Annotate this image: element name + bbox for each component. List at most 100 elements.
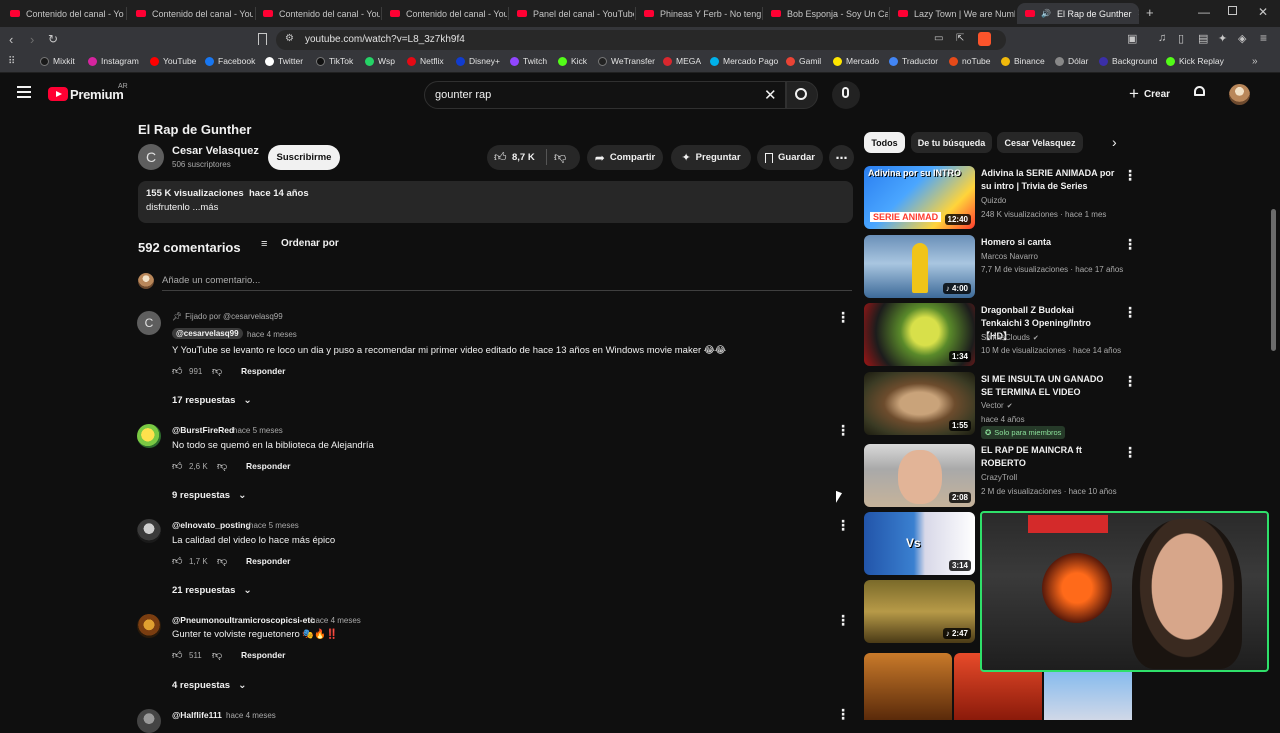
comment-author-badge[interactable]: @cesarvelasq99 bbox=[172, 328, 243, 339]
more-actions-button[interactable]: ⋯ bbox=[829, 145, 854, 170]
comment-time[interactable]: hace 5 meses bbox=[249, 521, 299, 530]
sort-comments-button[interactable]: ≡ Ordenar por bbox=[261, 238, 339, 249]
channel-name[interactable]: Cesar Velasquez bbox=[172, 145, 259, 157]
browser-tab[interactable]: Contenido del canal - You bbox=[2, 3, 124, 24]
comment-like-icon[interactable]: 👍︎ bbox=[172, 555, 182, 567]
view-replies-button[interactable]: 17 respuestas ⌄ bbox=[172, 395, 252, 406]
bookmark-item[interactable]: noTube bbox=[949, 56, 991, 66]
related-video-options-icon[interactable]: ⋮ bbox=[1123, 236, 1137, 253]
comment-author[interactable]: @BurstFireRed bbox=[172, 425, 234, 435]
hamburger-menu-icon[interactable] bbox=[17, 86, 31, 98]
comment-options-icon[interactable]: ⋮ bbox=[836, 422, 850, 439]
bookmark-item[interactable]: Mercado Pago bbox=[710, 56, 778, 66]
browser-menu-icon[interactable]: ≡ bbox=[1260, 31, 1267, 45]
reply-button[interactable]: Responder bbox=[246, 461, 290, 471]
like-count[interactable]: 8,7 K bbox=[512, 152, 535, 163]
related-video-options-icon[interactable]: ⋮ bbox=[1123, 444, 1137, 461]
dislike-button[interactable]: 👎︎ bbox=[554, 150, 566, 165]
bookmark-item[interactable]: WeTransfer bbox=[598, 56, 655, 66]
bookmark-item[interactable]: Kick Replay bbox=[1166, 56, 1224, 66]
bookmark-item[interactable]: Background bbox=[1099, 56, 1157, 66]
bookmark-item[interactable]: Kick bbox=[558, 56, 587, 66]
minimize-window-button[interactable]: — bbox=[1198, 5, 1210, 19]
comment-options-icon[interactable]: ⋮ bbox=[836, 612, 850, 629]
url-text[interactable]: youtube.com/watch?v=L8_3z7kh9f4 bbox=[305, 34, 465, 45]
browser-tab[interactable]: Panel del canal - YouTube bbox=[509, 3, 634, 24]
bookmark-item[interactable]: Wsp bbox=[365, 56, 395, 66]
comment-dislike-icon[interactable]: 👎︎ bbox=[212, 649, 222, 661]
comment-dislike-icon[interactable]: 👎︎ bbox=[217, 460, 227, 472]
like-button[interactable]: 👍︎ bbox=[494, 150, 507, 165]
forward-button[interactable]: › bbox=[30, 32, 34, 47]
browser-tab[interactable]: Bob Esponja - Soy Un Cac bbox=[763, 3, 888, 24]
bookmark-item[interactable]: TikTok bbox=[316, 56, 353, 66]
chip-from-search[interactable]: De tu búsqueda bbox=[911, 132, 992, 153]
related-video-channel[interactable]: Quizdo bbox=[981, 196, 1006, 205]
reply-button[interactable]: Responder bbox=[241, 366, 285, 376]
premium-logo-text[interactable]: Premium bbox=[70, 87, 124, 102]
more-bookmarks-icon[interactable]: » bbox=[1252, 56, 1258, 67]
comment-like-icon[interactable]: 👍︎ bbox=[172, 649, 182, 661]
notifications-bell-icon[interactable] bbox=[1193, 86, 1207, 100]
browser-tab[interactable]: Lazy Town | We are Numb bbox=[890, 3, 1015, 24]
bookmark-item[interactable]: Traductor bbox=[889, 56, 938, 66]
related-video-channel[interactable]: CrazyTroll bbox=[981, 473, 1017, 482]
share-button[interactable]: ➦ Compartir bbox=[587, 145, 663, 170]
browser-tab[interactable]: Contenido del canal - You bbox=[382, 3, 507, 24]
bookmark-item[interactable]: Mercado bbox=[833, 56, 879, 66]
bookmark-item[interactable]: Netflix bbox=[407, 56, 444, 66]
bookmark-item[interactable]: Disney+ bbox=[456, 56, 500, 66]
related-video-title[interactable]: EL RAP DE MAINCRA ft ROBERTO bbox=[981, 444, 1116, 470]
related-video-options-icon[interactable]: ⋮ bbox=[1123, 304, 1137, 321]
page-scrollbar-thumb[interactable] bbox=[1271, 209, 1276, 351]
vpn-icon[interactable]: ◈ bbox=[1238, 32, 1246, 45]
site-info-icon[interactable]: ⚙ bbox=[285, 33, 294, 44]
browser-tab[interactable]: Phineas Y Ferb - No tengo bbox=[636, 3, 761, 24]
new-tab-button[interactable]: + bbox=[1146, 5, 1154, 20]
related-video-thumbnail[interactable]: 1:55 bbox=[864, 372, 975, 435]
bookmark-item[interactable]: Facebook bbox=[205, 56, 255, 66]
related-video-channel[interactable]: Marcos Navarro bbox=[981, 252, 1038, 261]
bookmark-item[interactable]: Binance bbox=[1001, 56, 1045, 66]
back-button[interactable]: ‹ bbox=[9, 32, 13, 47]
cast-icon[interactable]: ▭ bbox=[934, 33, 943, 44]
apps-grid-icon[interactable]: ⠿ bbox=[8, 56, 15, 67]
close-tab-icon[interactable]: ✕ bbox=[1138, 8, 1139, 19]
share-icon[interactable]: ⇱ bbox=[956, 33, 964, 44]
reply-button[interactable]: Responder bbox=[241, 650, 285, 660]
comment-options-icon[interactable]: ⋮ bbox=[836, 706, 850, 723]
music-icon[interactable]: ♫ bbox=[1158, 32, 1166, 44]
browser-tab-active[interactable]: 🔊 El Rap de Gunther ✕ bbox=[1017, 3, 1139, 24]
bookmark-item[interactable]: Gamil bbox=[786, 56, 821, 66]
chip-next-chevron-icon[interactable]: › bbox=[1112, 134, 1117, 150]
bookmark-item[interactable]: Dólar bbox=[1055, 56, 1088, 66]
shorts-thumbnail[interactable] bbox=[864, 653, 952, 720]
subscribe-button[interactable]: Suscribirme bbox=[268, 145, 340, 170]
related-video-channel[interactable]: ShikasClouds ✔ bbox=[981, 333, 1039, 342]
related-video-thumbnail[interactable]: ♪ 2:47 bbox=[864, 580, 975, 643]
comment-author-avatar[interactable] bbox=[137, 424, 161, 448]
related-video-thumbnail[interactable]: Vs 3:14 bbox=[864, 512, 975, 575]
view-replies-button[interactable]: 9 respuestas ⌄ bbox=[172, 490, 246, 501]
chip-channel[interactable]: Cesar Velasquez bbox=[997, 132, 1083, 153]
sidebar-icon[interactable]: ▯ bbox=[1178, 32, 1184, 45]
maximize-window-button[interactable] bbox=[1228, 6, 1237, 15]
add-comment-input[interactable]: Añade un comentario... bbox=[162, 273, 852, 291]
leo-ai-icon[interactable]: ✦ bbox=[1218, 32, 1227, 45]
youtube-logo-icon[interactable] bbox=[48, 87, 68, 101]
search-input[interactable]: gounter rap ✕ bbox=[424, 81, 786, 109]
address-bar[interactable]: ⚙ youtube.com/watch?v=L8_3z7kh9f4 ▭ ⇱ bbox=[276, 30, 1006, 50]
brave-shield-icon[interactable] bbox=[978, 32, 991, 46]
related-video-thumbnail[interactable]: ♪ 4:00 bbox=[864, 235, 975, 298]
comment-options-icon[interactable]: ⋮ bbox=[836, 309, 850, 326]
channel-avatar[interactable]: C bbox=[138, 144, 164, 170]
clear-search-icon[interactable]: ✕ bbox=[764, 86, 777, 104]
comment-time[interactable]: hace 4 meses bbox=[247, 330, 297, 339]
related-video-thumbnail[interactable]: 1:34 bbox=[864, 303, 975, 366]
bookmark-item[interactable]: Twitter bbox=[265, 56, 303, 66]
comment-dislike-icon[interactable]: 👎︎ bbox=[212, 365, 222, 377]
bookmark-item[interactable]: YouTube bbox=[150, 56, 196, 66]
related-video-options-icon[interactable]: ⋮ bbox=[1123, 373, 1137, 390]
description-box[interactable]: 155 K visualizaciones hace 14 años disfr… bbox=[138, 181, 853, 223]
reply-button[interactable]: Responder bbox=[246, 556, 290, 566]
